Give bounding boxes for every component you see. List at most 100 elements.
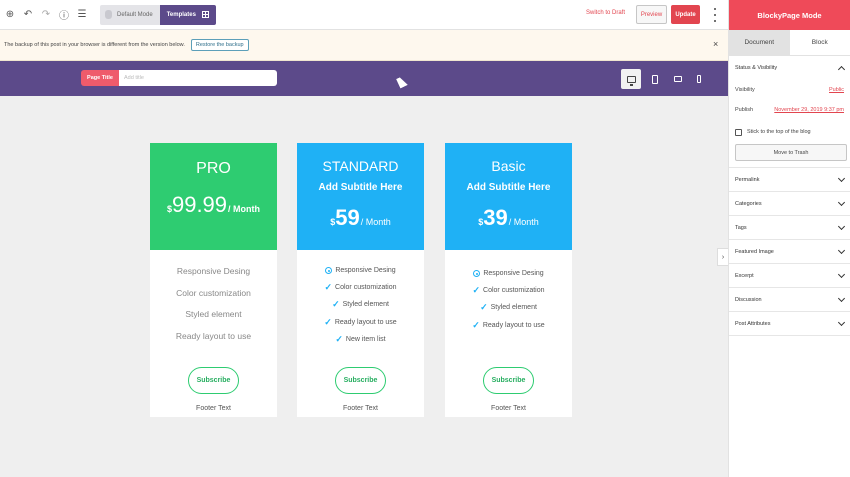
section-label: Post Attributes xyxy=(735,320,771,327)
plan-subtitle: Add Subtitle Here xyxy=(318,182,403,193)
plan-title: STANDARD xyxy=(322,158,399,174)
title-bar: Page Title xyxy=(0,61,728,96)
switch-to-draft-link[interactable]: Switch to Draft xyxy=(586,10,625,16)
editor-canvas[interactable]: PRO $ 99.99 / Month Responsive Desing Co… xyxy=(0,96,728,477)
feature-item: ✓ Ready layout to use xyxy=(324,314,396,331)
chevron-down-icon xyxy=(837,222,846,230)
redo-icon[interactable]: ↷ xyxy=(38,7,54,23)
feature-list: Responsive Desing ✓ Color customization ✓… xyxy=(445,265,572,334)
mobile-icon xyxy=(697,75,701,83)
tags-toggle[interactable]: Tags xyxy=(729,216,850,240)
feature-list: Responsive Desing Color customization St… xyxy=(150,266,277,353)
permalink-toggle[interactable]: Permalink xyxy=(729,168,850,192)
mobile-view-button[interactable] xyxy=(689,69,709,89)
tablet-view-button[interactable] xyxy=(645,69,665,89)
more-options-icon[interactable] xyxy=(712,8,718,22)
visibility-row: Visibility Public xyxy=(735,80,844,100)
check-icon: ✓ xyxy=(472,319,480,330)
price-period: / Month xyxy=(228,204,261,214)
add-block-icon[interactable]: ⊕ xyxy=(2,7,18,23)
pricing-card-pro[interactable]: PRO $ 99.99 / Month Responsive Desing Co… xyxy=(150,143,277,417)
footer-text: Footer Text xyxy=(343,405,378,412)
sidebar-tabs: Document Block xyxy=(729,30,850,56)
feature-item: ✓ New item list xyxy=(335,331,385,348)
move-to-trash-button[interactable]: Move to Trash xyxy=(735,144,847,161)
price-amount: 39 xyxy=(483,205,508,230)
post-attributes-toggle[interactable]: Post Attributes xyxy=(729,312,850,336)
excerpt-toggle[interactable]: Excerpt xyxy=(729,264,850,288)
collapse-sidebar-button[interactable]: › xyxy=(717,248,728,266)
stick-to-top-checkbox[interactable] xyxy=(735,128,742,136)
feature-label: New item list xyxy=(345,335,386,343)
plan-price: $ 59 / Month xyxy=(330,205,391,231)
chevron-up-icon xyxy=(837,65,846,74)
visibility-link[interactable]: Public xyxy=(829,87,844,93)
featured-image-toggle[interactable]: Featured Image xyxy=(729,240,850,264)
plan-title: PRO xyxy=(196,160,231,177)
notice-text: The backup of this post in your browser … xyxy=(4,42,185,48)
feature-item: ✓ Styled element xyxy=(332,296,389,313)
chevron-right-icon: › xyxy=(721,253,725,261)
subscribe-button[interactable]: Subscribe xyxy=(335,367,386,394)
feature-label: Color customization xyxy=(335,284,397,292)
categories-toggle[interactable]: Categories xyxy=(729,192,850,216)
check-icon: ✓ xyxy=(324,316,332,327)
pricing-card-basic[interactable]: Basic Add Subtitle Here $ 39 / Month Res… xyxy=(445,143,572,417)
visibility-label: Visibility xyxy=(735,87,755,93)
subscribe-button[interactable]: Subscribe xyxy=(188,367,239,394)
stick-to-top-option[interactable]: Stick to the top of the blog xyxy=(735,120,844,144)
feature-label: Responsive Desing xyxy=(335,267,396,275)
section-label: Categories xyxy=(735,200,762,207)
list-view-icon[interactable]: ☰ xyxy=(74,7,90,23)
check-icon: ✓ xyxy=(332,299,340,310)
tablet-landscape-icon xyxy=(674,76,682,82)
desktop-view-button[interactable] xyxy=(621,69,641,89)
check-icon: ✓ xyxy=(480,302,488,313)
feature-item: ✓ Color customization xyxy=(472,282,544,299)
preview-button[interactable]: Preview xyxy=(636,5,667,24)
circle-check-icon xyxy=(473,270,481,278)
discussion-toggle[interactable]: Discussion xyxy=(729,288,850,312)
feature-label: Color customization xyxy=(483,287,545,295)
tab-document[interactable]: Document xyxy=(729,30,790,55)
status-visibility-panel: Visibility Public Publish November 29, 2… xyxy=(729,80,850,168)
status-visibility-toggle[interactable]: Status & Visibility xyxy=(729,56,850,80)
subscribe-button[interactable]: Subscribe xyxy=(483,367,534,394)
feature-label: Styled element xyxy=(490,304,537,312)
footer-text: Footer Text xyxy=(491,405,526,412)
page-title-input[interactable] xyxy=(119,70,277,86)
feature-item: Responsive Desing xyxy=(473,265,544,282)
pricing-card-header: Basic Add Subtitle Here $ 39 / Month xyxy=(445,143,572,250)
feature-item: ✓ Color customization xyxy=(324,279,396,296)
update-button[interactable]: Update xyxy=(671,5,700,24)
tablet-landscape-view-button[interactable] xyxy=(668,69,688,89)
section-label: Discussion xyxy=(735,296,762,303)
publish-row: Publish November 29, 2019 9:37 pm xyxy=(735,100,844,120)
templates-button[interactable]: Templates xyxy=(159,4,216,25)
pricing-card-header: PRO $ 99.99 / Month xyxy=(150,143,277,250)
undo-icon[interactable]: ↶ xyxy=(20,7,36,23)
feature-label: Ready layout to use xyxy=(334,318,397,326)
section-label: Status & Visibility xyxy=(735,65,778,71)
feature-item: Responsive Desing xyxy=(176,266,251,276)
tablet-icon xyxy=(652,74,658,84)
mouse-cursor-icon xyxy=(396,75,408,89)
feature-item: ✓ Ready layout to use xyxy=(472,317,544,334)
close-icon[interactable]: × xyxy=(713,39,718,49)
circle-check-icon xyxy=(325,267,333,275)
templates-label: Templates xyxy=(166,11,196,18)
publish-date-link[interactable]: November 29, 2019 9:37 pm xyxy=(774,107,844,113)
price-amount: 59 xyxy=(335,205,360,230)
feature-label: Styled element xyxy=(342,301,389,309)
footer-text: Footer Text xyxy=(196,405,231,412)
default-mode-button[interactable]: Default Mode xyxy=(100,4,160,25)
chevron-down-icon xyxy=(837,318,846,326)
section-label: Tags xyxy=(735,224,747,231)
tab-block[interactable]: Block xyxy=(790,30,850,55)
info-icon[interactable]: ⓘ xyxy=(56,7,72,23)
pricing-card-standard[interactable]: STANDARD Add Subtitle Here $ 59 / Month … xyxy=(297,143,424,417)
feature-item: Responsive Desing xyxy=(325,262,396,279)
plan-subtitle: Add Subtitle Here xyxy=(466,182,551,193)
restore-backup-button[interactable]: Restore the backup xyxy=(190,39,249,51)
chevron-down-icon xyxy=(837,270,846,278)
